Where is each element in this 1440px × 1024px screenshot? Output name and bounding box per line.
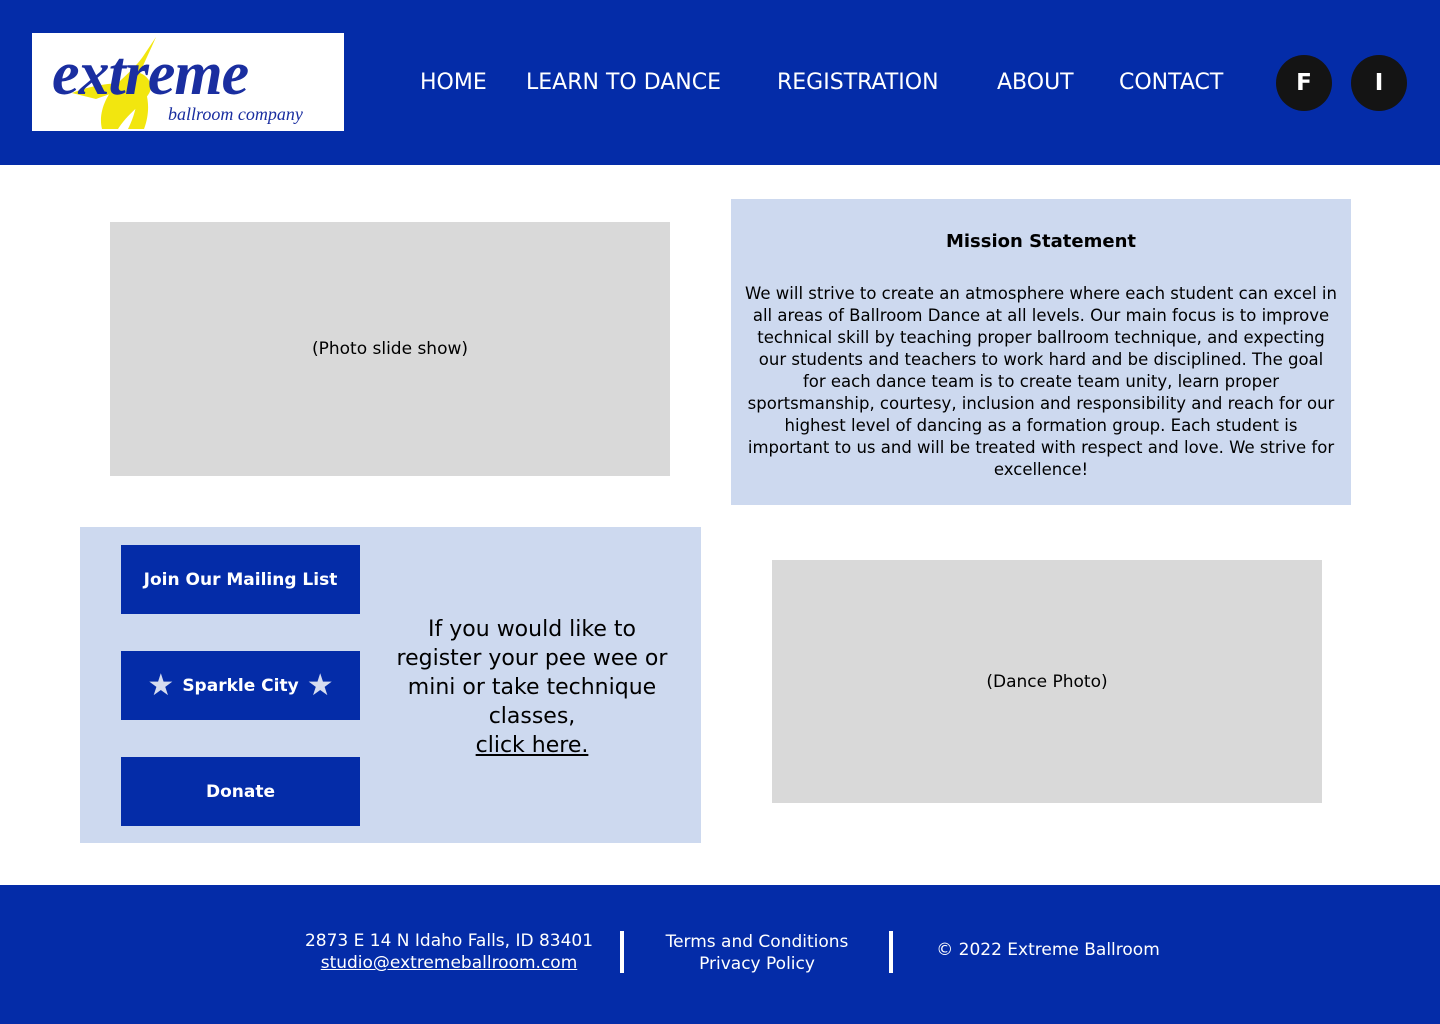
mission-body: We will strive to create an atmosphere w…	[745, 284, 1337, 479]
dance-photo-placeholder-text: (Dance Photo)	[986, 671, 1108, 692]
terms-link[interactable]: Terms and Conditions	[650, 931, 864, 953]
nav-learn-to-dance[interactable]: LEARN TO DANCE	[526, 68, 721, 98]
facebook-icon[interactable]: F	[1276, 55, 1332, 111]
mission-statement-panel: Mission Statement We will strive to crea…	[731, 199, 1351, 505]
sparkle-city-button[interactable]: ★ Sparkle City ★	[121, 651, 360, 720]
action-panel: Join Our Mailing List ★ Sparkle City ★ D…	[80, 527, 701, 843]
dance-photo: (Dance Photo)	[772, 560, 1322, 803]
register-link[interactable]: click here.	[476, 733, 589, 758]
site-header: extreme ballroom company HOME LEARN TO D…	[0, 0, 1440, 165]
donate-button[interactable]: Donate	[121, 757, 360, 826]
nav-about[interactable]: ABOUT	[997, 68, 1074, 98]
nav-contact[interactable]: CONTACT	[1119, 68, 1223, 98]
logo-wordmark: extreme	[52, 40, 249, 108]
star-icon: ★	[147, 667, 175, 703]
site-footer: 2873 E 14 N Idaho Falls, ID 83401 studio…	[0, 885, 1440, 1024]
star-icon: ★	[306, 667, 334, 703]
footer-divider	[620, 931, 624, 973]
footer-address: 2873 E 14 N Idaho Falls, ID 83401	[304, 931, 594, 951]
logo[interactable]: extreme ballroom company	[32, 33, 344, 131]
footer-copyright: © 2022 Extreme Ballroom	[936, 940, 1160, 960]
sparkle-city-label: Sparkle City	[182, 675, 299, 696]
photo-slideshow[interactable]: (Photo slide show)	[110, 222, 670, 476]
register-prompt-text: If you would like to register your pee w…	[396, 617, 668, 729]
register-prompt: If you would like to register your pee w…	[396, 615, 668, 760]
footer-legal-links: Terms and Conditions Privacy Policy	[650, 931, 864, 975]
nav-home[interactable]: HOME	[420, 68, 487, 98]
footer-divider	[889, 931, 893, 973]
footer-email-link[interactable]: studio@extremeballroom.com	[321, 953, 578, 973]
slideshow-placeholder-text: (Photo slide show)	[311, 339, 469, 359]
instagram-icon[interactable]: I	[1351, 55, 1407, 111]
footer-contact: 2873 E 14 N Idaho Falls, ID 83401 studio…	[300, 930, 598, 974]
donate-label: Donate	[205, 781, 276, 802]
mailing-list-button[interactable]: Join Our Mailing List	[121, 545, 360, 614]
privacy-link[interactable]: Privacy Policy	[650, 953, 864, 975]
nav-registration[interactable]: REGISTRATION	[777, 68, 939, 98]
logo-tagline: ballroom company	[168, 104, 303, 124]
mission-title: Mission Statement	[945, 231, 1137, 252]
mailing-list-label: Join Our Mailing List	[143, 569, 338, 590]
